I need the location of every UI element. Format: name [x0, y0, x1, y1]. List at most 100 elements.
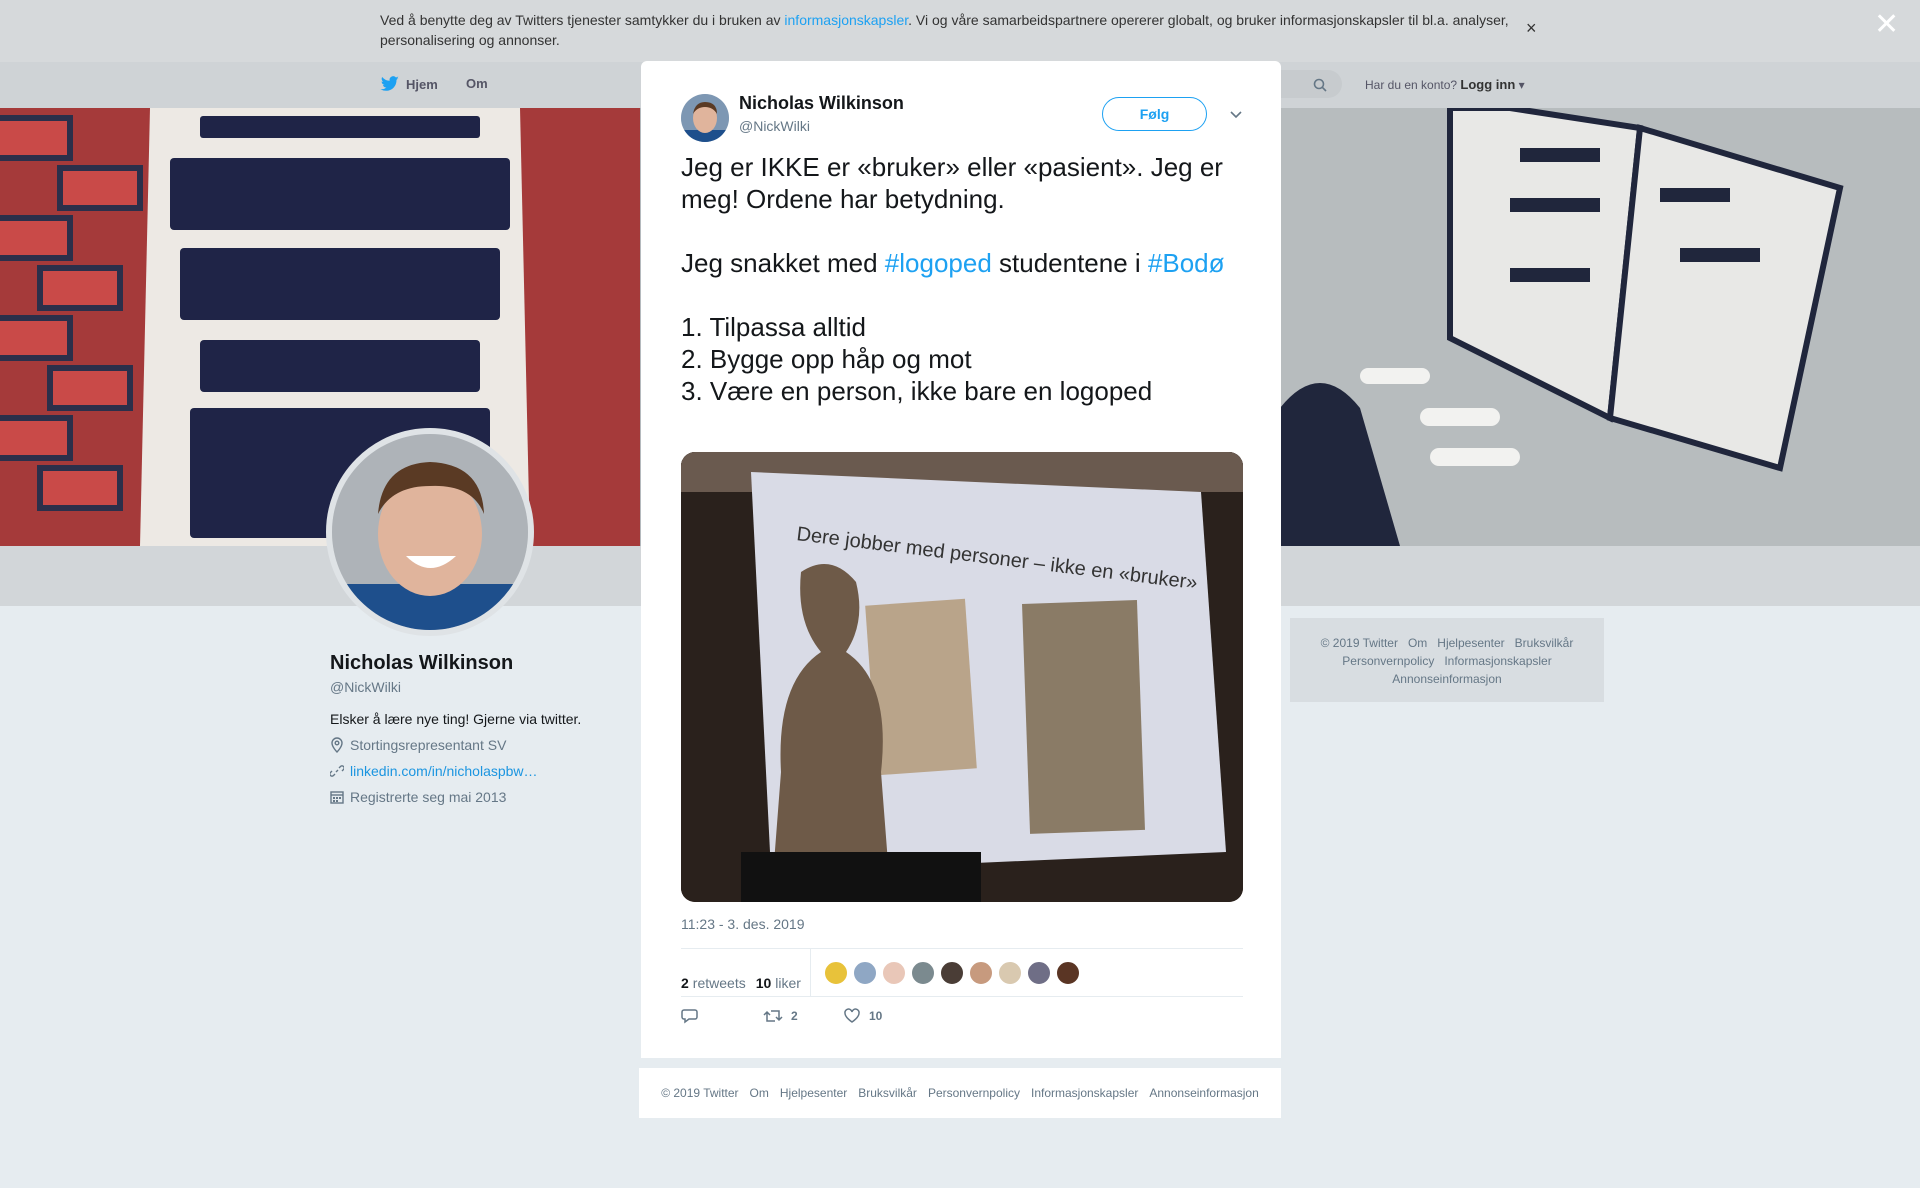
login-button[interactable]: Logg inn	[1460, 77, 1515, 92]
retweet-count: 2	[791, 1009, 798, 1023]
login-area: Har du en konto? Logg inn ▾	[1365, 77, 1525, 92]
have-account-text: Har du en konto?	[1365, 78, 1458, 92]
tweet-photo[interactable]: Dere jobber med personer – ikke en «bruk…	[681, 452, 1243, 902]
nav-home[interactable]: Hjem	[380, 76, 438, 92]
footer-ads-info[interactable]: Annonseinformasjon	[1149, 1086, 1258, 1100]
cookie-banner: Ved å benytte deg av Twitters tjenester …	[0, 0, 1920, 62]
footer-about[interactable]: Om	[1408, 636, 1427, 650]
avatar[interactable]	[1056, 961, 1080, 985]
link-icon	[330, 765, 344, 777]
avatar[interactable]	[969, 961, 993, 985]
footer-terms[interactable]: Bruksvilkår	[1515, 636, 1574, 650]
footer-help[interactable]: Hjelpesenter	[780, 1086, 847, 1100]
profile-joined: Registrerte seg mai 2013	[330, 789, 630, 805]
divider	[810, 949, 811, 997]
tweet-text-part: studentene i	[991, 248, 1148, 278]
banner-poster-right	[1280, 108, 1920, 546]
presentation-photo: Dere jobber med personer – ikke en «bruk…	[681, 452, 1243, 902]
side-footer: © 2019 Twitter Om Hjelpesenter Bruksvilkår …	[1290, 618, 1604, 702]
footer-help[interactable]: Hjelpesenter	[1437, 636, 1504, 650]
list-item: 2. Bygge opp håp og mot	[681, 344, 972, 374]
tweet-stats: 2 retweets 10 liker	[681, 961, 811, 1005]
location-pin-icon	[331, 737, 343, 753]
author-portrait	[681, 94, 729, 142]
search-icon[interactable]	[1313, 78, 1327, 92]
nav-home-label: Hjem	[406, 76, 438, 92]
hashtag-link[interactable]: #logoped	[885, 248, 992, 278]
profile-location-text: Stortingsrepresentant SV	[350, 737, 507, 753]
tweet-list: 1. Tilpassa alltid 2. Bygge opp håp og m…	[681, 311, 1251, 407]
banner-poster-left	[0, 108, 640, 546]
profile-handle[interactable]: @NickWilki	[330, 679, 630, 695]
book-illustration	[1280, 108, 1920, 546]
footer-copyright: © 2019 Twitter	[1320, 636, 1398, 650]
divider	[681, 948, 1243, 949]
tweet-author-avatar[interactable]	[681, 94, 729, 142]
footer-ads-info[interactable]: Annonseinformasjon	[1392, 672, 1501, 686]
modal-footer: © 2019 Twitter Om Hjelpesenter Bruksvilk…	[639, 1068, 1281, 1118]
profile-name[interactable]: Nicholas Wilkinson	[330, 652, 630, 675]
twitter-bird-icon	[380, 76, 399, 91]
avatar[interactable]	[998, 961, 1022, 985]
footer-about[interactable]: Om	[750, 1086, 769, 1100]
tweet-text-part: Jeg snakket med	[681, 248, 885, 278]
tweet-actions: 2 10	[681, 1008, 882, 1024]
tweet-text: Jeg er IKKE er «bruker» eller «pasient».…	[681, 151, 1251, 407]
avatar[interactable]	[882, 961, 906, 985]
footer-cookies[interactable]: Informasjonskapsler	[1444, 654, 1551, 668]
footer-privacy[interactable]: Personvernpolicy	[928, 1086, 1020, 1100]
divider	[681, 996, 1243, 997]
likes-stat[interactable]: 10 liker	[756, 975, 801, 991]
profile-joined-text: Registrerte seg mai 2013	[350, 789, 507, 805]
like-button[interactable]: 10	[843, 1008, 882, 1024]
profile-location: Stortingsrepresentant SV	[330, 737, 630, 753]
cookie-link[interactable]: informasjonskapsler	[784, 12, 908, 28]
profile-avatar[interactable]	[326, 428, 534, 636]
cookie-text: Ved å benytte deg av Twitters tjenester …	[380, 10, 1530, 50]
list-item: 1. Tilpassa alltid	[681, 312, 866, 342]
heart-icon	[844, 1008, 860, 1023]
footer-copyright: © 2019 Twitter	[661, 1086, 739, 1100]
cookie-close-icon[interactable]: ×	[1526, 18, 1537, 39]
retweet-icon	[763, 1010, 783, 1022]
tweet-paragraph-2: Jeg snakket med #logoped studentene i #B…	[681, 247, 1251, 279]
avatar-portrait	[332, 434, 528, 630]
profile-bio: Elsker å lære nye ting! Gjerne via twitt…	[330, 711, 582, 727]
tweet-author-name[interactable]: Nicholas Wilkinson	[739, 93, 904, 114]
retweet-button[interactable]: 2	[763, 1008, 843, 1024]
profile-info: Nicholas Wilkinson @NickWilki Elsker å l…	[330, 652, 630, 805]
footer-privacy[interactable]: Personvernpolicy	[1342, 654, 1434, 668]
nav-about[interactable]: Om	[466, 76, 488, 91]
poster-art	[0, 108, 640, 546]
reply-button[interactable]	[681, 1008, 763, 1024]
chevron-down-icon[interactable]	[1227, 105, 1245, 123]
list-item: 3. Være en person, ikke bare en logoped	[681, 376, 1153, 406]
footer-terms[interactable]: Bruksvilkår	[858, 1086, 917, 1100]
retweets-count: 2	[681, 975, 689, 991]
tweet-paragraph-1: Jeg er IKKE er «bruker» eller «pasient».…	[681, 152, 1223, 214]
tweet-modal: Nicholas Wilkinson @NickWilki Følg Jeg e…	[641, 61, 1281, 1058]
like-count: 10	[869, 1009, 883, 1023]
retweets-label: retweets	[692, 975, 746, 991]
tweet-author-handle[interactable]: @NickWilki	[739, 118, 810, 134]
liker-avatars	[824, 961, 1080, 985]
avatar[interactable]	[853, 961, 877, 985]
retweets-stat[interactable]: 2 retweets	[681, 975, 746, 991]
avatar[interactable]	[940, 961, 964, 985]
profile-url: linkedin.com/in/nicholaspbw…	[330, 763, 630, 779]
follow-button[interactable]: Følg	[1102, 97, 1207, 131]
reply-icon	[681, 1009, 698, 1024]
profile-url-link[interactable]: linkedin.com/in/nicholaspbw…	[350, 763, 538, 779]
chevron-down-icon[interactable]: ▾	[1515, 78, 1525, 92]
calendar-icon	[330, 791, 344, 804]
avatar[interactable]	[911, 961, 935, 985]
tweet-timestamp[interactable]: 11:23 - 3. des. 2019	[681, 916, 805, 932]
likes-label: liker	[775, 975, 801, 991]
avatar[interactable]	[824, 961, 848, 985]
close-icon[interactable]: ✕	[1874, 10, 1899, 40]
avatar[interactable]	[1027, 961, 1051, 985]
cookie-text-before: Ved å benytte deg av Twitters tjenester …	[380, 12, 785, 28]
hashtag-link[interactable]: #Bodø	[1148, 248, 1225, 278]
likes-count: 10	[755, 975, 772, 991]
footer-cookies[interactable]: Informasjonskapsler	[1031, 1086, 1138, 1100]
